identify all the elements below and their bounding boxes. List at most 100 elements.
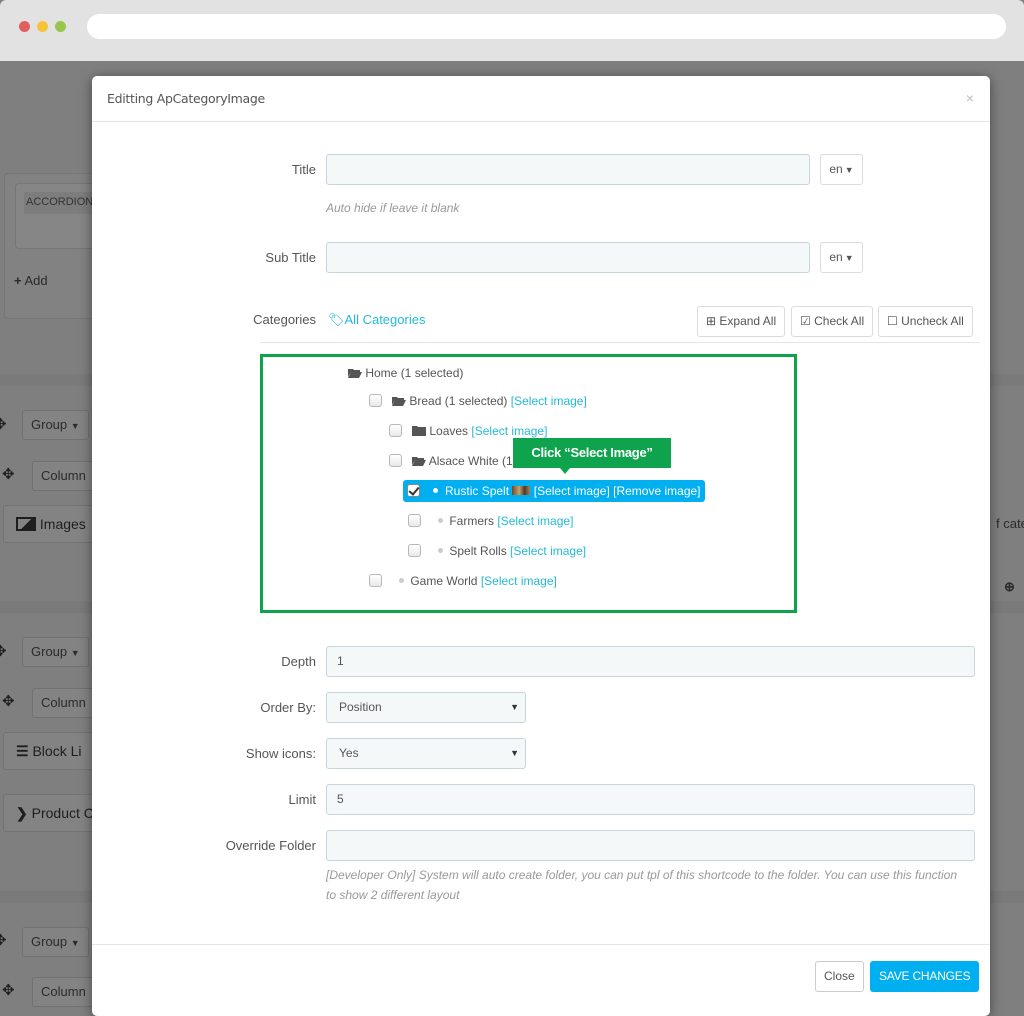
- title-help-text: Auto hide if leave it blank: [326, 201, 460, 215]
- bullet-icon: [437, 518, 443, 523]
- checkbox[interactable]: [369, 394, 382, 407]
- window-minimize-button[interactable]: [37, 21, 48, 32]
- move-icon[interactable]: ✥: [2, 465, 15, 483]
- tree-node-farmers[interactable]: Farmers [Select image]: [408, 510, 573, 532]
- browser-chrome: [0, 0, 1024, 61]
- image-icon: [16, 517, 36, 531]
- check-all-button[interactable]: ☑ Check All: [791, 306, 874, 337]
- bullet-icon: [398, 578, 404, 583]
- check-square-icon: ☑: [800, 314, 811, 328]
- move-icon[interactable]: ✥: [2, 692, 15, 710]
- folder-open-icon: [348, 368, 362, 378]
- edit-modal: Editting ApCategoryImage × Title en ▼ Aut…: [92, 76, 990, 1016]
- title-input[interactable]: [326, 154, 810, 185]
- caret-down-icon: ▼: [510, 748, 519, 758]
- category-tree-highlight: Home (1 selected) Bread (1 selected) [Se…: [260, 354, 797, 613]
- modal-title: Editting ApCategoryImage: [107, 91, 265, 106]
- tag-icon: 🏷︎: [328, 312, 345, 327]
- close-button[interactable]: Close: [815, 961, 864, 992]
- tree-node-rustic-spelt[interactable]: Rustic Spelt [Select image] [Remove imag…: [403, 480, 705, 502]
- show-icons-select[interactable]: Yes ▼: [326, 738, 526, 769]
- tree-divider: [260, 342, 980, 343]
- bullet-icon: [433, 488, 439, 493]
- uncheck-all-button[interactable]: ☐ Uncheck All: [878, 306, 973, 337]
- tree-node-home[interactable]: Home (1 selected): [348, 362, 463, 384]
- square-icon: ☐: [887, 314, 898, 328]
- title-label: Title: [291, 162, 316, 177]
- move-icon[interactable]: ✥: [2, 981, 15, 999]
- plus-square-icon: ⊞: [706, 314, 717, 328]
- folder-open-icon: [412, 456, 427, 466]
- tree-node-alsace-white[interactable]: Alsace White (1: [389, 450, 513, 472]
- tree-toolbar: ⊞ Expand All ☑ Check All ☐ Uncheck All: [697, 306, 980, 343]
- move-icon[interactable]: ✥: [0, 931, 7, 949]
- modal-header: Editting ApCategoryImage ×: [92, 76, 990, 122]
- categories-label: Categories: [253, 312, 316, 327]
- checkbox[interactable]: [369, 574, 382, 587]
- chevron-right-icon: ❯: [16, 805, 28, 821]
- select-image-link[interactable]: [Select image]: [481, 574, 557, 588]
- product-block[interactable]: ❯ Product C: [3, 794, 103, 832]
- modal-footer-divider: [92, 944, 990, 945]
- group-dropdown[interactable]: Group ▼: [22, 410, 89, 440]
- select-image-link[interactable]: [Select image]: [471, 424, 547, 438]
- address-bar[interactable]: [87, 14, 1006, 39]
- subtitle-input[interactable]: [326, 242, 810, 273]
- plus-icon: +: [14, 273, 22, 288]
- select-image-link[interactable]: [Select image]: [497, 514, 573, 528]
- folder-closed-icon: [412, 426, 427, 436]
- order-by-select[interactable]: Position ▼: [326, 692, 526, 723]
- column-dropdown[interactable]: Column: [32, 461, 95, 491]
- tree-node-bread[interactable]: Bread (1 selected) [Select image]: [369, 390, 587, 412]
- images-block[interactable]: Images: [3, 505, 103, 543]
- background-text-right: f cate: [996, 516, 1024, 531]
- group-dropdown[interactable]: Group ▼: [22, 927, 89, 957]
- save-changes-button[interactable]: SAVE CHANGES: [870, 961, 980, 992]
- move-icon[interactable]: ✥: [0, 415, 7, 433]
- show-icons-label: Show icons:: [245, 746, 316, 761]
- remove-image-link[interactable]: [Remove image]: [613, 484, 700, 498]
- tree-node-game-world[interactable]: Game World [Select image]: [369, 570, 557, 592]
- subtitle-language-dropdown[interactable]: en ▼: [820, 242, 863, 273]
- depth-label: Depth: [281, 654, 316, 669]
- order-by-label: Order By:: [260, 700, 316, 715]
- tree-node-spelt-rolls[interactable]: Spelt Rolls [Select image]: [408, 540, 586, 562]
- select-image-link[interactable]: [Select image]: [511, 394, 587, 408]
- all-categories-link[interactable]: 🏷︎All Categories: [328, 312, 425, 328]
- group-dropdown[interactable]: Group ▼: [22, 637, 89, 667]
- folder-open-icon: [392, 396, 407, 406]
- override-folder-label: Override Folder: [225, 838, 316, 853]
- checkbox[interactable]: [389, 424, 402, 437]
- close-icon[interactable]: ×: [966, 90, 974, 106]
- add-circle-icon[interactable]: ⊕: [1004, 579, 1015, 595]
- override-folder-input[interactable]: [326, 830, 975, 861]
- caret-down-icon: ▼: [510, 702, 519, 712]
- instruction-tooltip: Click “Select Image”: [513, 438, 671, 474]
- column-dropdown[interactable]: Column: [32, 977, 95, 1007]
- caret-down-icon: ▼: [844, 253, 854, 263]
- title-language-dropdown[interactable]: en ▼: [820, 154, 863, 185]
- window-maximize-button[interactable]: [55, 21, 66, 32]
- checkbox[interactable]: [408, 544, 421, 557]
- caret-down-icon: ▼: [844, 165, 854, 175]
- limit-label: Limit: [288, 792, 316, 807]
- limit-input[interactable]: 5: [326, 784, 975, 815]
- expand-all-button[interactable]: ⊞ Expand All: [697, 306, 786, 337]
- checkbox[interactable]: [389, 454, 402, 467]
- list-icon: ☰: [16, 743, 29, 759]
- checkbox-checked[interactable]: [407, 484, 420, 497]
- select-image-link[interactable]: [Select image]: [510, 544, 586, 558]
- add-label: Add: [24, 273, 48, 288]
- window-close-button[interactable]: [19, 21, 30, 32]
- override-folder-help-text: [Developer Only] System will auto create…: [326, 868, 958, 902]
- move-icon[interactable]: ✥: [0, 642, 7, 660]
- subtitle-label: Sub Title: [265, 250, 316, 265]
- depth-input[interactable]: 1: [326, 646, 975, 677]
- column-dropdown[interactable]: Column: [32, 688, 95, 718]
- checkbox[interactable]: [408, 514, 421, 527]
- bullet-icon: [437, 548, 443, 553]
- block-list-block[interactable]: ☰ Block Li: [3, 732, 103, 770]
- add-button[interactable]: + Add: [14, 273, 48, 288]
- select-image-link[interactable]: [Select image]: [534, 484, 610, 498]
- category-thumbnail: [512, 486, 531, 495]
